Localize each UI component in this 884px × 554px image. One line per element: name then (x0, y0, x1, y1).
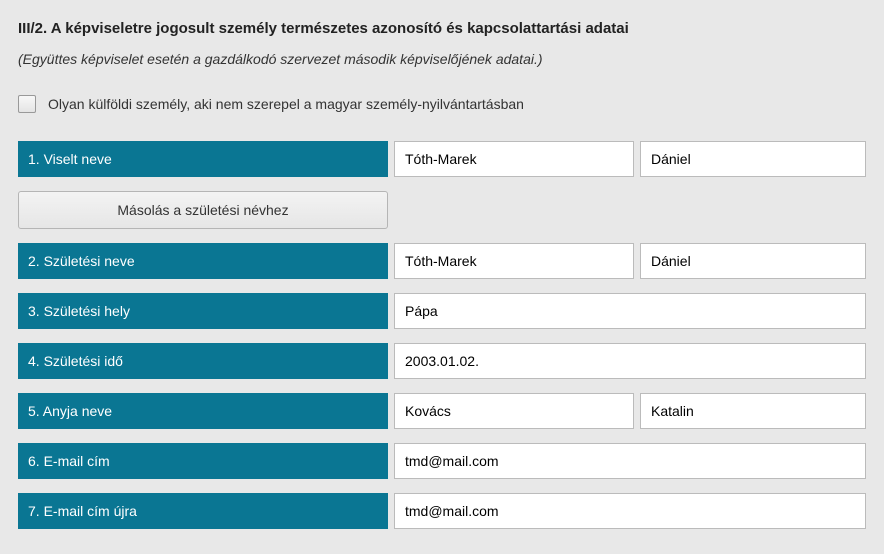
birth-givenname-field[interactable] (640, 243, 866, 279)
row-email: 6. E-mail cím (18, 443, 866, 479)
birth-date-field[interactable] (394, 343, 866, 379)
row-label: 4. Születési idő (18, 343, 388, 379)
birth-surname-field[interactable] (394, 243, 634, 279)
mother-surname-field[interactable] (394, 393, 634, 429)
givenname-field[interactable] (640, 141, 866, 177)
foreign-person-checkbox-row: Olyan külföldi személy, aki nem szerepel… (18, 95, 866, 113)
row-szuletesi-neve: 2. Születési neve (18, 243, 866, 279)
row-viselt-neve: 1. Viselt neve (18, 141, 866, 177)
section-title: III/2. A képviseletre jogosult személy t… (18, 20, 866, 37)
row-label: 7. E-mail cím újra (18, 493, 388, 529)
surname-field[interactable] (394, 141, 634, 177)
copy-to-birthname-button[interactable]: Másolás a születési névhez (18, 191, 388, 229)
email-confirm-field[interactable] (394, 493, 866, 529)
row-label: 1. Viselt neve (18, 141, 388, 177)
row-szuletesi-ido: 4. Születési idő (18, 343, 866, 379)
copy-button-row: Másolás a születési névhez (18, 191, 866, 229)
mother-givenname-field[interactable] (640, 393, 866, 429)
foreign-person-checkbox[interactable] (18, 95, 36, 113)
birth-place-field[interactable] (394, 293, 866, 329)
foreign-person-checkbox-label: Olyan külföldi személy, aki nem szerepel… (48, 96, 524, 112)
row-label: 2. Születési neve (18, 243, 388, 279)
row-anyja-neve: 5. Anyja neve (18, 393, 866, 429)
row-szuletesi-hely: 3. Születési hely (18, 293, 866, 329)
row-label: 6. E-mail cím (18, 443, 388, 479)
row-label: 3. Születési hely (18, 293, 388, 329)
section-subtitle: (Együttes képviselet esetén a gazdálkodó… (18, 51, 866, 67)
email-field[interactable] (394, 443, 866, 479)
row-label: 5. Anyja neve (18, 393, 388, 429)
row-email-ujra: 7. E-mail cím újra (18, 493, 866, 529)
